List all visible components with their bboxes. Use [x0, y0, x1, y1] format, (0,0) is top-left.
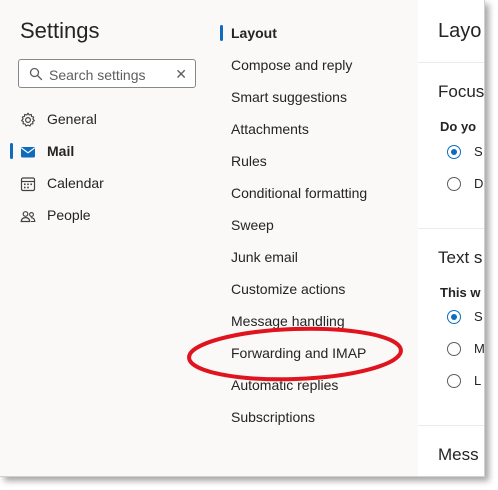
- category-general[interactable]: General: [0, 107, 206, 135]
- section-heading-message: Mess: [438, 445, 479, 464]
- active-indicator: [10, 143, 13, 159]
- category-label: Mail: [47, 143, 75, 159]
- nav-item-smart-suggestions[interactable]: Smart suggestions: [206, 85, 418, 111]
- section-question: Do yo: [440, 119, 477, 134]
- nav-item-label: Rules: [231, 153, 267, 169]
- nav-item-layout[interactable]: Layout: [206, 21, 418, 47]
- category-label: Calendar: [47, 175, 104, 191]
- radio-option[interactable]: [447, 145, 461, 159]
- nav-item-label: Subscriptions: [231, 409, 316, 425]
- active-indicator: [220, 25, 223, 41]
- radio-option-label: D: [474, 176, 484, 191]
- nav-item-rules[interactable]: Rules: [206, 149, 418, 175]
- search-box[interactable]: ✕: [18, 59, 196, 88]
- nav-item-junk-email[interactable]: Junk email: [206, 245, 418, 271]
- nav-item-subscriptions[interactable]: Subscriptions: [206, 405, 418, 431]
- nav-item-label: Automatic replies: [231, 377, 339, 393]
- divider: [418, 425, 484, 426]
- radio-option[interactable]: [447, 342, 461, 356]
- nav-item-attachments[interactable]: Attachments: [206, 117, 418, 143]
- category-calendar[interactable]: Calendar: [0, 171, 206, 199]
- nav-item-automatic-replies[interactable]: Automatic replies: [206, 373, 418, 399]
- nav-item-label: Forwarding and IMAP: [231, 345, 367, 361]
- nav-item-label: Message handling: [231, 313, 345, 329]
- category-mail[interactable]: Mail: [0, 139, 206, 167]
- category-people[interactable]: People: [0, 203, 206, 231]
- nav-item-customize-actions[interactable]: Customize actions: [206, 277, 418, 303]
- search-icon: [29, 67, 43, 81]
- nav-item-forwarding-and-imap[interactable]: Forwarding and IMAP: [206, 341, 418, 367]
- radio-option[interactable]: [447, 177, 461, 191]
- settings-title: Settings: [20, 18, 100, 43]
- section-question: This w: [440, 285, 481, 300]
- nav-item-compose-and-reply[interactable]: Compose and reply: [206, 53, 418, 79]
- category-label: General: [47, 111, 97, 127]
- clear-search-icon[interactable]: ✕: [175, 66, 187, 83]
- nav-item-label: Conditional formatting: [231, 185, 368, 201]
- people-icon: [20, 211, 36, 223]
- radio-option[interactable]: [447, 374, 461, 388]
- nav-item-label: Compose and reply: [231, 57, 353, 73]
- category-label: People: [47, 207, 91, 223]
- nav-item-conditional-formatting[interactable]: Conditional formatting: [206, 181, 418, 207]
- section-heading-focused-inbox: Focus: [438, 82, 484, 101]
- nav-item-label: Layout: [231, 25, 277, 41]
- nav-item-label: Customize actions: [231, 281, 346, 297]
- layout-settings-panel: Layo Focus Do yo S D Text s This w S M L…: [418, 0, 484, 476]
- panel-title: Layo: [438, 20, 482, 42]
- section-heading-text-size: Text s: [438, 248, 483, 267]
- radio-option-label: S: [474, 144, 483, 159]
- nav-item-label: Junk email: [231, 249, 298, 265]
- nav-item-label: Smart suggestions: [231, 89, 347, 105]
- divider: [418, 228, 484, 229]
- settings-dialog: Settings ✕ General Mail: [0, 0, 485, 477]
- calendar-icon: [20, 177, 36, 192]
- nav-item-label: Attachments: [231, 121, 309, 137]
- radio-option[interactable]: [447, 310, 461, 324]
- nav-item-message-handling[interactable]: Message handling: [206, 309, 418, 335]
- radio-option-label: M: [474, 341, 484, 356]
- mail-settings-nav: Layout Compose and reply Smart suggestio…: [206, 0, 418, 476]
- nav-item-sweep[interactable]: Sweep: [206, 213, 418, 239]
- divider: [418, 62, 484, 63]
- settings-categories-pane: Settings ✕ General Mail: [0, 0, 206, 476]
- search-input[interactable]: [47, 64, 181, 86]
- radio-option-label: L: [474, 373, 482, 388]
- nav-item-label: Sweep: [231, 217, 274, 233]
- gear-icon: [21, 112, 35, 127]
- mail-icon: [21, 147, 35, 158]
- radio-option-label: S: [474, 309, 483, 324]
